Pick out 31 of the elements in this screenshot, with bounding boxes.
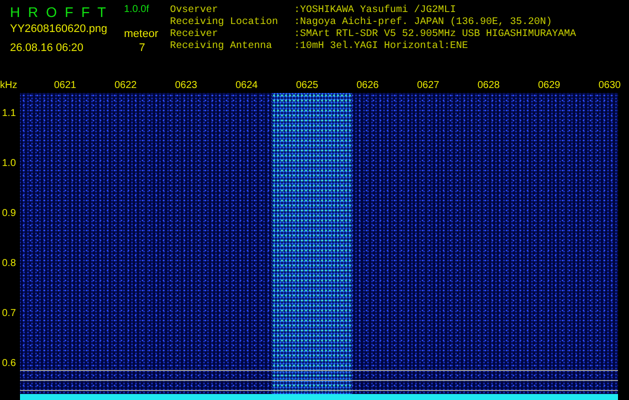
time-axis-label: 0627 (417, 80, 440, 91)
frequency-axis-label: 0.9 (2, 208, 16, 219)
info-value: :10mH 3el.YAGI Horizontal:ENE (294, 41, 470, 53)
info-label: Ovserver (170, 5, 220, 16)
time-axis-label: 0630 (598, 80, 621, 91)
info-label: Receiving Antenna (170, 41, 274, 53)
info-label: Receiving Location (170, 17, 280, 28)
info-label: Receiver (170, 29, 220, 40)
info-value: :YOSHIKAWA Yasufumi /JG2MLI (294, 5, 458, 16)
frequency-axis-label: 0.8 (2, 258, 16, 269)
event-count: 7 (139, 42, 146, 54)
info-value: :SMArt RTL-SDR V5 52.905MHz USB HIGASHIMURAYAMA (294, 29, 576, 40)
time-axis-label: 0624 (236, 80, 258, 91)
app-title: H R O F F T (10, 4, 108, 20)
event-label: meteor (124, 28, 158, 40)
axis-unit-label: kHz (0, 80, 18, 91)
time-axis-label: 0625 (296, 80, 318, 91)
time-axis-label: 0629 (538, 80, 560, 91)
version-label: 1.0.0f (124, 4, 150, 15)
info-value: :Nagoya Aichi-pref. JAPAN (136.90E, 35.20N) (294, 17, 554, 29)
time-axis-label: 0622 (114, 80, 137, 91)
frequency-axis-label: 1.1 (2, 108, 16, 119)
frequency-axis-label: 0.6 (2, 358, 16, 369)
time-axis-label: 0628 (478, 80, 500, 91)
frequency-axis-label: 1.0 (2, 158, 16, 169)
time-axis-label: 0621 (54, 80, 76, 91)
frequency-axis-label: 0.7 (2, 308, 16, 319)
time-axis-label: 0623 (175, 80, 198, 91)
time-axis-label: 0626 (356, 80, 379, 91)
datetime-label: 26.08.16 06:20 (10, 42, 84, 54)
filename-label: YY2608160620.png (10, 23, 108, 35)
